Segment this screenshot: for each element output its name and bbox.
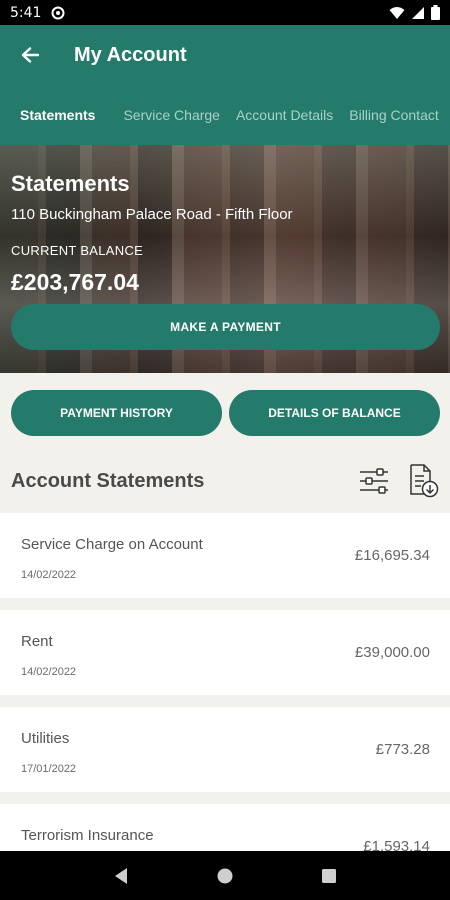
tab-statements[interactable]: Statements — [0, 85, 115, 145]
statement-description: Rent — [21, 633, 53, 650]
app-bar: My Account — [0, 25, 450, 85]
back-button[interactable] — [0, 25, 60, 85]
statement-list: Service Charge on Account 14/02/2022 £16… — [0, 513, 450, 900]
account-actions: PAYMENT HISTORY DETAILS OF BALANCE — [11, 390, 440, 436]
download-statement-button[interactable] — [408, 464, 440, 498]
statement-date: 14/02/2022 — [21, 666, 77, 678]
property-address: 110 Buckingham Palace Road - Fifth Floor — [11, 206, 293, 223]
document-download-icon — [410, 464, 439, 498]
recents-square-icon[interactable] — [321, 868, 337, 884]
back-triangle-icon[interactable] — [113, 867, 129, 885]
statement-date: 17/01/2022 — [21, 763, 77, 775]
wifi-icon — [389, 6, 405, 19]
tab-service-charge[interactable]: Service Charge — [115, 85, 228, 145]
statement-description: Terrorism Insurance — [21, 827, 154, 844]
statement-item[interactable]: Service Charge on Account 14/02/2022 £16… — [0, 513, 450, 598]
statement-date: 14/02/2022 — [21, 569, 77, 581]
details-of-balance-button[interactable]: DETAILS OF BALANCE — [229, 390, 440, 436]
statement-amount: £39,000.00 — [354, 644, 430, 661]
statement-amount: £773.28 — [375, 741, 430, 758]
tab-account-details[interactable]: Account Details — [228, 85, 341, 145]
statement-amount: £16,695.34 — [354, 547, 430, 564]
make-payment-button[interactable]: MAKE A PAYMENT — [11, 304, 440, 350]
page-title: My Account — [74, 43, 187, 66]
notification-ring-icon — [51, 6, 65, 19]
home-circle-icon[interactable] — [216, 867, 234, 885]
statement-item[interactable]: Utilities 17/01/2022 £773.28 — [0, 707, 450, 792]
hero-title: Statements — [11, 171, 130, 196]
statement-description: Utilities — [21, 730, 70, 747]
tab-bar: Statements Service Charge Account Detail… — [0, 85, 450, 145]
balance-hero: Statements 110 Buckingham Palace Road - … — [0, 145, 450, 373]
filter-button[interactable] — [358, 464, 390, 498]
current-balance-label: CURRENT BALANCE — [11, 243, 144, 258]
system-nav-bar — [0, 851, 450, 900]
filter-sliders-icon — [360, 468, 388, 494]
status-bar: 5:41 — [0, 0, 450, 25]
payment-history-button[interactable]: PAYMENT HISTORY — [11, 390, 222, 436]
signal-icon — [412, 6, 424, 19]
tab-billing-contact[interactable]: Billing Contact — [341, 85, 447, 145]
statements-header: Account Statements — [11, 458, 440, 504]
section-title: Account Statements — [11, 469, 205, 492]
status-time: 5:41 — [10, 4, 42, 21]
battery-icon — [431, 5, 440, 20]
current-balance-value: £203,767.04 — [11, 269, 139, 295]
statement-item[interactable]: Rent 14/02/2022 £39,000.00 — [0, 610, 450, 695]
arrow-left-icon — [21, 47, 39, 63]
statement-description: Service Charge on Account — [21, 536, 203, 553]
